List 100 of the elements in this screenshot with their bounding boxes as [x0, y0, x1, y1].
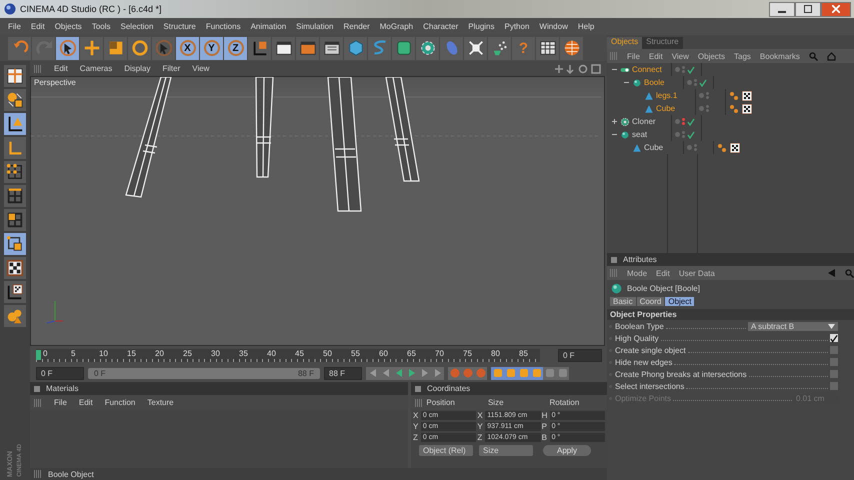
enabled-check[interactable]: [687, 130, 695, 138]
visibility-dots[interactable]: [682, 66, 685, 73]
visibility-dots[interactable]: [706, 105, 709, 112]
apply-button[interactable]: Apply: [543, 445, 592, 456]
menu-item[interactable]: Tools: [92, 22, 110, 31]
expand-toggle[interactable]: [623, 79, 630, 86]
attribute-tab[interactable]: Coord: [636, 297, 664, 306]
menu-item[interactable]: Display: [124, 64, 150, 73]
panel-tab[interactable]: Objects: [607, 37, 642, 49]
attribute-tab[interactable]: Basic: [610, 297, 636, 306]
menu-item[interactable]: Edit: [78, 398, 93, 407]
object-name[interactable]: Boole: [644, 78, 664, 87]
enabled-check[interactable]: [687, 118, 695, 126]
visibility-dots[interactable]: [694, 79, 697, 86]
mode-button[interactable]: [4, 113, 26, 135]
checkbox[interactable]: [830, 382, 838, 390]
menu-item[interactable]: Edit: [648, 52, 663, 60]
visibility-dots[interactable]: [682, 131, 685, 138]
menu-item[interactable]: Objects: [698, 52, 726, 60]
menu-item[interactable]: Simulation: [296, 22, 334, 31]
boolean-type-dropdown[interactable]: A subtract B: [748, 322, 838, 330]
enabled-check[interactable]: [687, 66, 695, 74]
panel-tab[interactable]: Structure: [642, 37, 683, 49]
checkbox[interactable]: [830, 346, 838, 354]
toolbar-button[interactable]: [272, 36, 295, 60]
toolbar-button[interactable]: [488, 36, 511, 60]
menu-item[interactable]: Edit: [30, 22, 45, 31]
menu-item[interactable]: Render: [344, 22, 370, 31]
playback-button[interactable]: [392, 366, 405, 380]
maximize-button[interactable]: [795, 2, 821, 16]
panel-handle-icon[interactable]: [415, 386, 421, 392]
expand-toggle[interactable]: [611, 66, 618, 73]
menu-item[interactable]: Character: [423, 22, 458, 31]
playback-button[interactable]: [431, 366, 444, 380]
mode-button[interactable]: [4, 257, 26, 279]
menu-item[interactable]: Cameras: [80, 64, 112, 73]
key-mode-button[interactable]: [530, 366, 543, 380]
menu-item[interactable]: Objects: [54, 22, 82, 31]
expand-toggle[interactable]: [611, 118, 618, 125]
checkbox[interactable]: [830, 358, 838, 366]
visibility-dots[interactable]: [694, 144, 697, 151]
checkbox[interactable]: [830, 334, 838, 342]
menu-item[interactable]: User Data: [678, 268, 715, 278]
menu-item[interactable]: Filter: [162, 64, 180, 73]
size-dropdown[interactable]: Size: [479, 445, 533, 456]
record-button[interactable]: [448, 366, 461, 380]
end-frame-field[interactable]: 88 F: [324, 366, 362, 380]
playback-button[interactable]: [366, 366, 379, 380]
toolbar-button[interactable]: [248, 36, 271, 60]
menu-item[interactable]: Texture: [147, 398, 174, 407]
minimize-button[interactable]: [769, 2, 795, 16]
playback-button[interactable]: [379, 366, 392, 380]
menu-item[interactable]: MoGraph: [380, 22, 414, 31]
checkbox[interactable]: [830, 370, 838, 378]
visibility-dots[interactable]: [706, 92, 709, 99]
object-name[interactable]: Cube: [656, 104, 676, 113]
toolbar-button[interactable]: [320, 36, 343, 60]
playhead-marker[interactable]: [36, 350, 41, 360]
attribute-tab[interactable]: Object: [665, 297, 694, 306]
toolbar-button[interactable]: [536, 36, 559, 60]
visibility-dots[interactable]: [682, 118, 685, 125]
menu-item[interactable]: Help: [578, 22, 594, 31]
enabled-check[interactable]: [699, 78, 707, 86]
menu-item[interactable]: Python: [504, 22, 530, 31]
viewport-canvas[interactable]: Perspective: [30, 76, 605, 346]
menu-item[interactable]: Functions: [206, 22, 241, 31]
menu-item[interactable]: File: [54, 398, 67, 407]
toolbar-button[interactable]: [56, 36, 79, 60]
close-button[interactable]: [821, 2, 851, 16]
key-mode-button[interactable]: [504, 366, 517, 380]
menu-item[interactable]: Function: [104, 398, 136, 407]
menu-item[interactable]: Plugins: [468, 22, 494, 31]
menu-item[interactable]: Structure: [163, 22, 196, 31]
toolbar-button[interactable]: [560, 36, 583, 60]
menu-item[interactable]: Animation: [250, 22, 286, 31]
mode-button[interactable]: [4, 281, 26, 303]
object-name[interactable]: Cube: [644, 143, 664, 152]
toolbar-button[interactable]: Y: [200, 36, 223, 60]
menu-item[interactable]: Bookmarks: [760, 52, 800, 60]
mode-button[interactable]: [4, 209, 26, 231]
toolbar-button[interactable]: [416, 36, 439, 60]
mode-button[interactable]: [4, 233, 26, 255]
record-button[interactable]: [461, 366, 474, 380]
object-name[interactable]: Cloner: [632, 117, 656, 126]
menu-item[interactable]: Selection: [120, 22, 154, 31]
panel-handle-icon[interactable]: [611, 256, 617, 262]
menu-item[interactable]: Edit: [656, 268, 670, 278]
key-mode-button[interactable]: [556, 366, 569, 380]
menu-item[interactable]: View: [672, 52, 689, 60]
menu-item[interactable]: File: [627, 52, 640, 60]
current-frame-field[interactable]: 0 F: [558, 348, 602, 362]
object-name[interactable]: Connect: [632, 65, 662, 74]
object-name[interactable]: legs.1: [656, 91, 678, 100]
toolbar-button[interactable]: Z: [224, 36, 247, 60]
menu-item[interactable]: View: [192, 64, 210, 73]
menu-item[interactable]: Window: [539, 22, 568, 31]
mode-dropdown[interactable]: Object (Rel): [419, 445, 473, 456]
mode-button[interactable]: [4, 65, 26, 87]
expand-toggle[interactable]: [611, 131, 618, 138]
key-mode-button[interactable]: [543, 366, 556, 380]
